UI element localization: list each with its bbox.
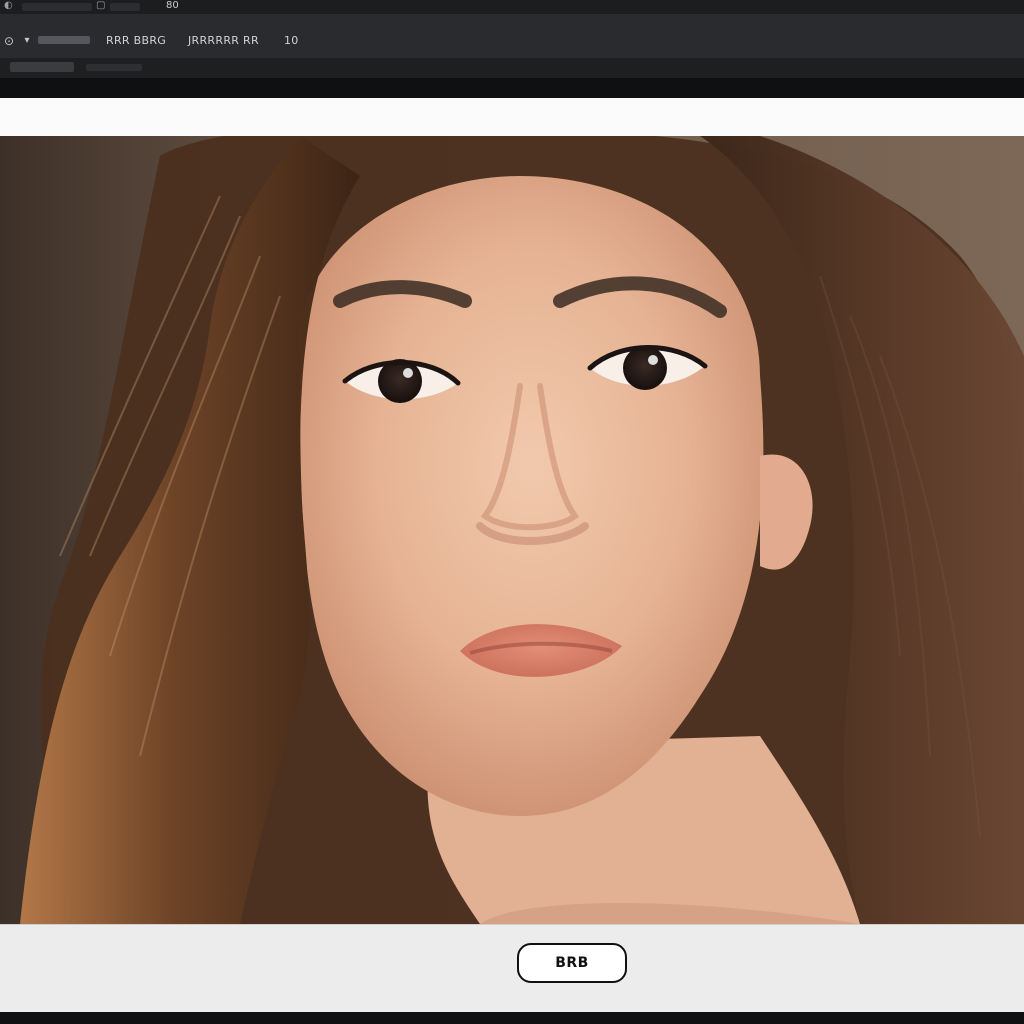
title-bar: ◐ ▢ 80 — [0, 0, 1024, 15]
bottom-gutter — [0, 1012, 1024, 1024]
title-placeholder-2 — [110, 3, 140, 11]
image-canvas[interactable] — [0, 136, 1024, 924]
toolbar-value[interactable]: 10 — [284, 34, 299, 48]
workspace-gutter — [0, 78, 1024, 98]
document-tab-bar — [0, 58, 1024, 79]
primary-action-button[interactable]: BRB — [517, 943, 627, 983]
document-tab[interactable] — [10, 62, 74, 72]
dialog-header — [0, 98, 1024, 137]
document-tab-secondary[interactable] — [86, 64, 142, 71]
toolbar-menu-1[interactable]: RRR BBRG — [106, 34, 166, 48]
eyedropper-icon[interactable]: ⊙ — [2, 34, 16, 48]
title-placeholder — [22, 3, 92, 11]
options-toolbar: ⊙ ▾ RRR BBRG JRRRRRR RR 10 — [0, 14, 1024, 59]
tool-preset[interactable] — [38, 36, 90, 44]
toolbar-menu-2[interactable]: JRRRRRR RR — [188, 34, 259, 48]
title-label: 80 — [166, 0, 179, 11]
portrait-photo — [0, 136, 1024, 924]
dialog-footer — [0, 924, 1024, 1013]
square-icon[interactable]: ▢ — [96, 1, 106, 11]
chevron-down-icon[interactable]: ▾ — [20, 34, 34, 48]
window-icon[interactable]: ◐ — [4, 1, 14, 11]
